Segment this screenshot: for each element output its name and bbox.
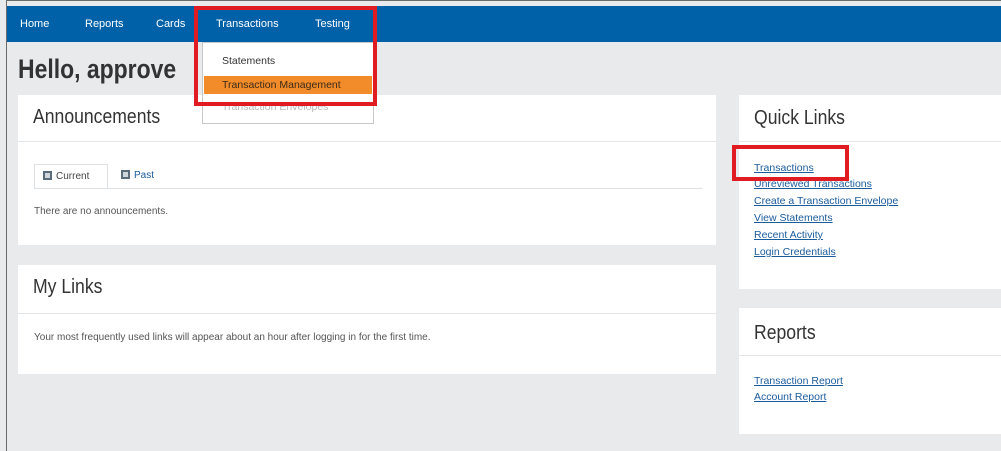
menu-item-transaction-envelopes[interactable]: Transaction Envelopes	[204, 98, 372, 116]
quick-link-view-statements[interactable]: View Statements	[754, 212, 833, 224]
tab-past[interactable]: Past	[121, 164, 154, 188]
report-link-account[interactable]: Account Report	[754, 391, 826, 403]
my-links-panel: My Links Your most frequently used links…	[18, 265, 716, 374]
nav-testing[interactable]: Testing	[315, 6, 350, 42]
my-links-title: My Links	[33, 276, 103, 298]
nav-home[interactable]: Home	[20, 6, 49, 42]
tabs-underline	[34, 188, 702, 189]
tab-current-label: Current	[56, 171, 90, 182]
my-links-text: Your most frequently used links will app…	[34, 332, 431, 343]
nav-transactions[interactable]: Transactions	[216, 6, 279, 42]
quick-link-login-credentials[interactable]: Login Credentials	[754, 246, 836, 258]
announcements-title: Announcements	[33, 106, 161, 128]
nav-cards[interactable]: Cards	[156, 6, 185, 42]
reports-title: Reports	[754, 322, 816, 344]
calendar-icon	[43, 171, 52, 180]
panel-divider	[18, 313, 716, 314]
menu-item-statements[interactable]: Statements	[204, 52, 372, 70]
panel-divider	[739, 141, 1001, 142]
tab-current[interactable]: Current	[34, 164, 108, 188]
tab-past-label: Past	[134, 170, 155, 181]
panel-divider	[18, 141, 716, 142]
quick-link-transactions[interactable]: Transactions	[754, 162, 814, 174]
announcements-empty-text: There are no announcements.	[34, 206, 168, 217]
top-navbar: Home Reports Cards Transactions Testing	[7, 6, 1001, 42]
menu-item-transaction-management[interactable]: Transaction Management	[204, 76, 372, 94]
quick-links-panel: Quick Links Transactions Unreviewed Tran…	[739, 95, 1001, 289]
quick-link-create-envelope[interactable]: Create a Transaction Envelope	[754, 195, 898, 207]
transactions-dropdown-menu: Statements Transaction Management Transa…	[202, 42, 374, 124]
quick-link-unreviewed-transactions[interactable]: Unreviewed Transactions	[754, 178, 872, 190]
quick-links-title: Quick Links	[754, 107, 845, 129]
nav-reports[interactable]: Reports	[85, 6, 124, 42]
calendar-icon	[121, 170, 130, 179]
panel-divider	[739, 355, 1001, 356]
page-title: Hello, approve	[18, 54, 177, 84]
reports-panel: Reports Transaction Report Account Repor…	[739, 308, 1001, 434]
report-link-transaction[interactable]: Transaction Report	[754, 375, 843, 387]
quick-link-recent-activity[interactable]: Recent Activity	[754, 229, 823, 241]
